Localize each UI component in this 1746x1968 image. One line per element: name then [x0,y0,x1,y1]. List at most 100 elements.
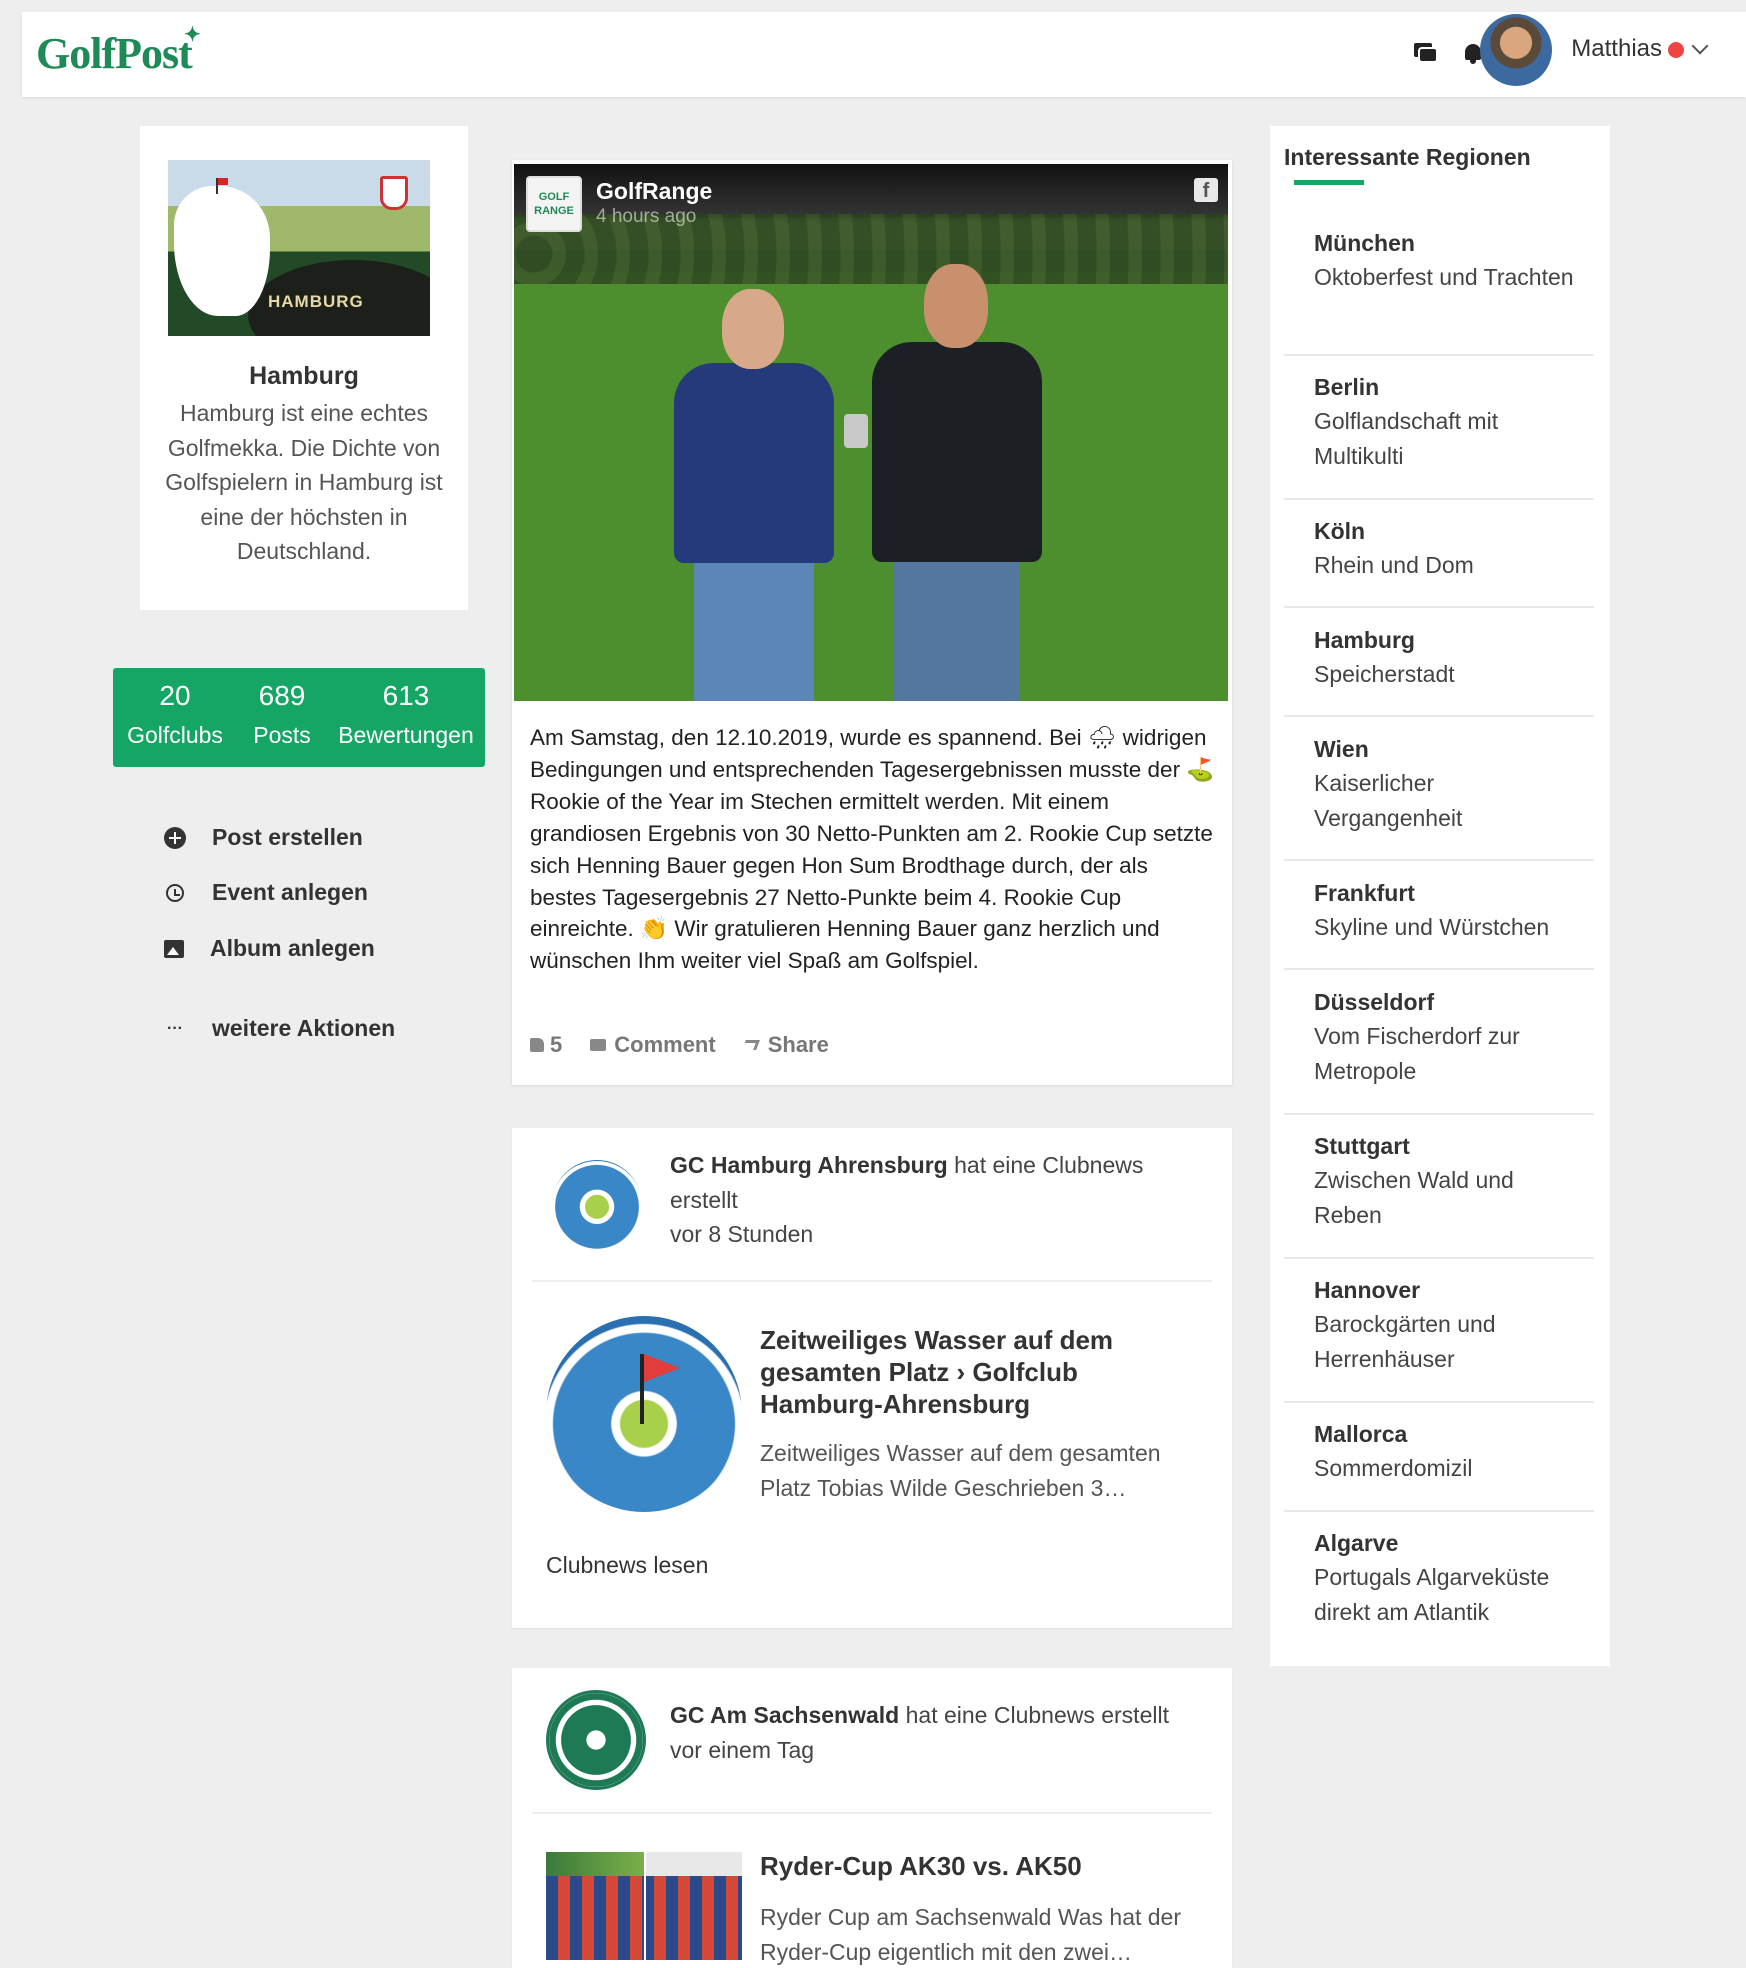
top-navbar: GolfPost ✦ Matthias [22,12,1746,97]
golfpost-logo[interactable]: GolfPost ✦ [36,24,201,79]
divider [532,1280,1212,1282]
thumbs-up-icon [530,1038,544,1052]
trophy-icon [844,414,868,448]
divider [1284,1510,1594,1512]
person-head [722,289,784,369]
album-anlegen-button[interactable]: Album anlegen [164,935,484,962]
person-legs [894,556,1020,701]
logo-text: GolfPost [36,29,193,78]
region-item-name: Frankfurt [1314,880,1415,906]
region-item-desc: Sommerdomizil [1314,1455,1473,1481]
chevron-down-icon[interactable] [1691,37,1709,55]
club-logo[interactable] [552,1160,642,1250]
photo-person-left [674,289,834,701]
action-label: Event anlegen [212,879,368,905]
germany-map-shape [174,186,270,316]
divider [1284,606,1594,608]
post-erstellen-button[interactable]: Post erstellen [164,824,484,851]
stat-value: 20 [159,680,191,711]
region-item-name: Wien [1314,736,1369,762]
regions-panel: Interessante Regionen München Oktoberfes… [1270,126,1610,1666]
region-item-desc: Speicherstadt [1314,661,1455,687]
facebook-icon[interactable]: f [1194,178,1218,202]
plus-circle-icon [164,826,186,849]
club-logo[interactable] [546,1690,646,1790]
facebook-post-card: GOLF RANGE GolfRange 4 hours ago f Am Sa… [512,160,1232,1085]
avatar[interactable] [1480,14,1552,86]
stat-golfclubs[interactable]: 20 Golfclubs [125,680,225,749]
region-item-name: München [1314,230,1415,256]
divider [1284,498,1594,500]
event-anlegen-button[interactable]: Event anlegen [164,879,484,906]
clubnews-excerpt: Ryder Cup am Sachsenwald Was hat der Ryd… [760,1904,1182,1965]
region-item-name: Köln [1314,518,1366,544]
album-icon [164,939,184,958]
region-card: HAMBURG Hamburg Hamburg ist eine echtes … [140,126,468,610]
clubnews-action: hat eine Clubnews erstellt [905,1702,1169,1728]
region-description: Hamburg ist eine echtes Golfmekka. Die D… [165,400,443,564]
clubnews-time: vor 8 Stunden [670,1221,814,1247]
post-text: Am Samstag, den 12.10.2019, wurde es spa… [530,725,1215,974]
divider [532,1812,1212,1814]
stat-value: 689 [258,680,306,711]
clubnews-title[interactable]: Ryder-Cup AK30 vs. AK50 [760,1850,1180,1882]
clubnews-title[interactable]: Zeitweiliges Wasser auf dem gesamten Pla… [760,1324,1180,1420]
club-name[interactable]: GC Am Sachsenwald [670,1702,899,1728]
post-author[interactable]: GolfRange [596,178,712,205]
stat-label: Golfclubs [127,722,223,748]
comment-icon [590,1039,607,1051]
like-button[interactable]: 5 [530,1032,562,1058]
region-item-name: Algarve [1314,1530,1399,1556]
title-underline [1294,180,1364,185]
weitere-aktionen-button[interactable]: ··· weitere Aktionen [164,1015,484,1042]
region-image: HAMBURG [168,160,430,336]
stat-posts[interactable]: 689 Posts [241,680,323,749]
region-item-name: Hamburg [1314,627,1415,653]
share-button[interactable]: Share [741,1032,829,1058]
post-photo[interactable]: GOLF RANGE GolfRange 4 hours ago f [514,164,1228,701]
divider [1284,715,1594,717]
person-head [924,264,988,348]
username[interactable]: Matthias [1571,35,1662,63]
alarm-clock-icon [166,883,184,902]
comment-label: Comment [614,1032,716,1057]
clubnews-image[interactable] [546,1316,742,1512]
comment-button[interactable]: Comment [590,1032,716,1058]
club-name[interactable]: GC Hamburg Ahrensburg [670,1152,948,1178]
share-icon [741,1040,760,1050]
divider [1284,1401,1594,1403]
clubnews-image[interactable] [546,1852,742,1960]
golf-flag-icon [216,178,228,194]
more-dots-icon: ··· [167,1019,183,1037]
stat-value: 613 [382,680,430,711]
golfrange-logo[interactable]: GOLF RANGE [526,176,582,232]
chat-icon[interactable] [1412,40,1438,66]
region-item-desc: Oktoberfest und Trachten [1314,264,1574,290]
region-item-name: Berlin [1314,374,1380,400]
action-label: weitere Aktionen [212,1015,396,1041]
action-label: Post erstellen [212,824,363,850]
region-item-desc: Zwischen Wald und Reben [1314,1167,1514,1228]
region-item-desc: Barockgärten und Herrenhäuser [1314,1311,1496,1372]
region-item-name: Hannover [1314,1277,1421,1303]
clubnews-time: vor einem Tag [670,1736,815,1763]
person-body [674,363,834,563]
divider [1284,1257,1594,1259]
hamburg-crest-icon [380,176,408,210]
header-icons [1412,40,1486,66]
region-item-desc: Kaiserlicher Vergangenheit [1314,770,1463,831]
clubnews-header: GC Am Sachsenwald hat eine Clubnews erst… [670,1698,1200,1767]
bird-icon: ✦ [184,24,201,46]
clubnews-card: GC Hamburg Ahrensburg hat eine Clubnews … [512,1128,1232,1628]
like-count: 5 [550,1032,563,1057]
stat-label: Posts [253,722,311,748]
region-stats: 20 Golfclubs 689 Posts 613 Bewertungen [113,668,485,767]
clubnews-read-link[interactable]: Clubnews lesen [546,1552,708,1579]
divider [1284,1113,1594,1115]
stat-bewertungen[interactable]: 613 Bewertungen [331,680,481,749]
region-item-desc: Vom Fischerdorf zur Metropole [1314,1023,1520,1084]
divider [1284,968,1594,970]
golf-flag-icon [640,1354,680,1424]
post-actions: 5 Comment Share [530,1032,857,1058]
stat-label: Bewertungen [338,722,474,748]
